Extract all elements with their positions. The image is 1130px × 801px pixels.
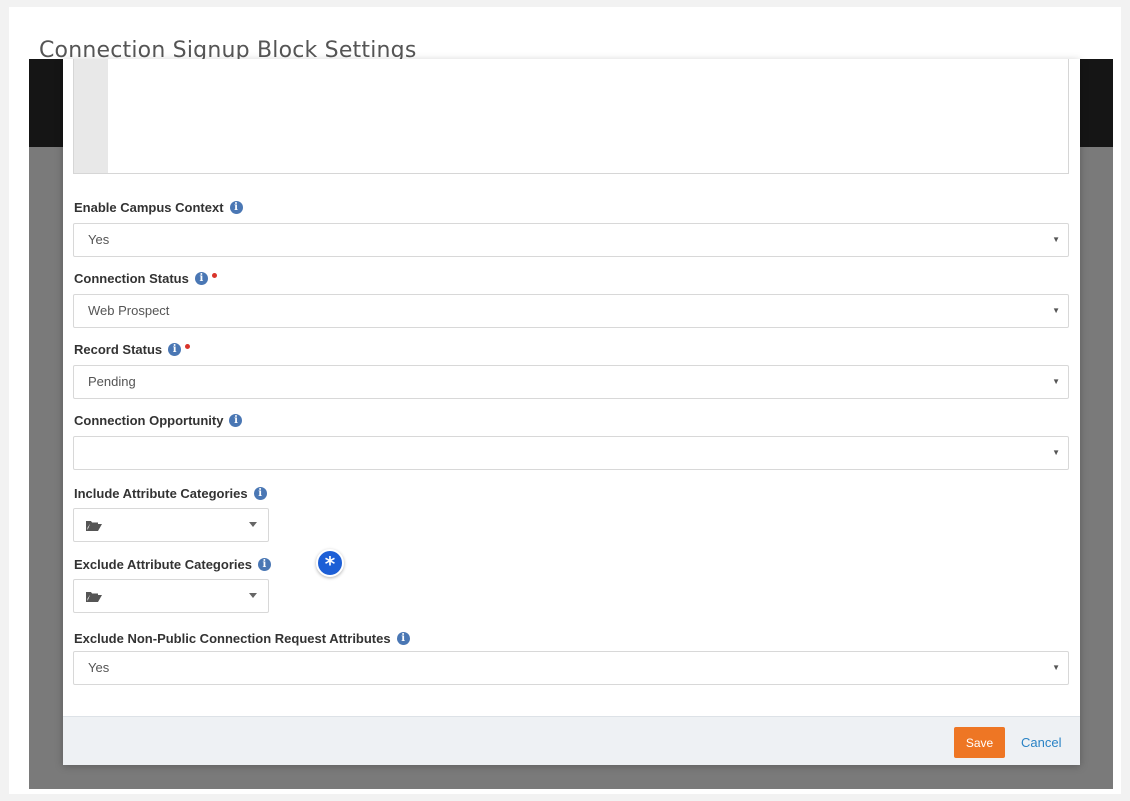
- info-icon[interactable]: i: [257, 558, 271, 571]
- exclude-non-public-label: Exclude Non-Public Connection Request At…: [74, 631, 410, 646]
- exclude-non-public-label-text: Exclude Non-Public Connection Request At…: [74, 631, 391, 646]
- required-indicator: [185, 344, 191, 349]
- connection-status-select[interactable]: Web Prospect ▼: [73, 294, 1069, 328]
- code-editor-gutter: [74, 59, 108, 173]
- connection-opportunity-select[interactable]: ▼: [73, 436, 1069, 470]
- asterisk-icon[interactable]: *: [316, 549, 344, 577]
- save-button[interactable]: Save: [954, 727, 1005, 758]
- exclude-non-public-select[interactable]: Yes ▼: [73, 651, 1069, 685]
- include-attribute-categories-label-text: Include Attribute Categories: [74, 486, 248, 501]
- connection-status-value: Web Prospect: [88, 303, 170, 318]
- exclude-attribute-categories-label: Exclude Attribute Categories i: [74, 557, 271, 572]
- connection-opportunity-label-text: Connection Opportunity: [74, 413, 224, 428]
- record-status-label-text: Record Status: [74, 342, 163, 357]
- caret-down-icon: [249, 593, 257, 598]
- include-attribute-categories-picker[interactable]: [73, 508, 269, 542]
- connection-opportunity-label: Connection Opportunity i: [74, 413, 243, 428]
- enable-campus-context-label-text: Enable Campus Context: [74, 200, 224, 215]
- enable-campus-context-label: Enable Campus Context i: [74, 200, 243, 215]
- connection-status-label: Connection Status i: [74, 271, 217, 286]
- include-attribute-categories-label: Include Attribute Categories i: [74, 486, 267, 501]
- cancel-link[interactable]: Cancel: [1021, 727, 1061, 758]
- caret-down-icon: ▼: [1052, 663, 1060, 672]
- folder-icon: [86, 592, 102, 602]
- caret-down-icon: ▼: [1052, 235, 1060, 244]
- record-status-label: Record Status i: [74, 342, 191, 357]
- connection-status-label-text: Connection Status: [74, 271, 189, 286]
- exclude-attribute-categories-picker[interactable]: [73, 579, 269, 613]
- info-icon[interactable]: i: [194, 272, 208, 285]
- enable-campus-context-value: Yes: [88, 232, 110, 247]
- info-icon[interactable]: i: [396, 632, 410, 645]
- exclude-non-public-value: Yes: [88, 660, 110, 675]
- block-settings-modal: Enable Campus Context i Yes ▼ Connection…: [63, 59, 1080, 765]
- caret-down-icon: ▼: [1052, 377, 1060, 386]
- code-editor[interactable]: [73, 59, 1069, 174]
- info-icon[interactable]: i: [168, 343, 182, 356]
- info-icon[interactable]: i: [253, 487, 267, 500]
- exclude-attribute-categories-label-text: Exclude Attribute Categories: [74, 557, 252, 572]
- modal-footer: Save Cancel: [63, 716, 1080, 765]
- enable-campus-context-select[interactable]: Yes ▼: [73, 223, 1069, 257]
- folder-icon: [86, 521, 102, 531]
- caret-down-icon: ▼: [1052, 306, 1060, 315]
- info-icon[interactable]: i: [229, 414, 243, 427]
- required-indicator: [211, 273, 217, 278]
- caret-down-icon: ▼: [1052, 448, 1060, 457]
- record-status-value: Pending: [88, 374, 136, 389]
- record-status-select[interactable]: Pending ▼: [73, 365, 1069, 399]
- caret-down-icon: [249, 522, 257, 527]
- info-icon[interactable]: i: [229, 201, 243, 214]
